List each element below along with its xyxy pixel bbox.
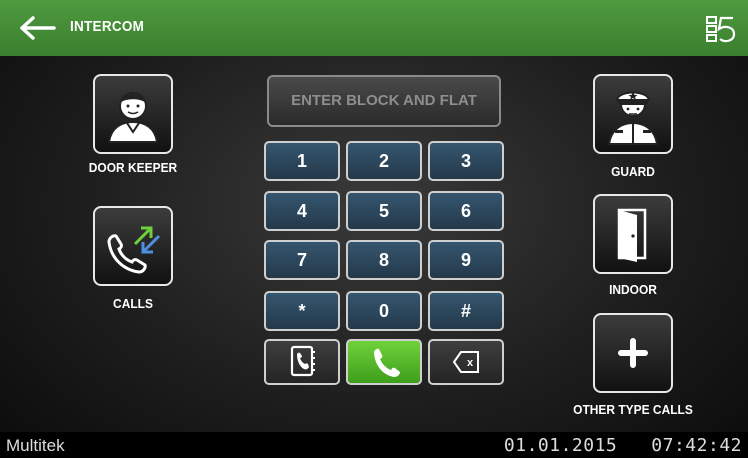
plus-icon xyxy=(618,338,648,368)
phone-calls-arrows-icon xyxy=(107,226,161,274)
other-type-calls-label: OTHER TYPE CALLS xyxy=(573,402,693,417)
door-keeper-button[interactable] xyxy=(93,74,173,154)
call-button[interactable] xyxy=(346,339,422,385)
date-text: 01.01.2015 xyxy=(503,435,618,456)
brand-name: Multitek xyxy=(6,436,65,455)
key-9[interactable]: 9 xyxy=(428,240,504,280)
time-text: 07:42:42 xyxy=(651,435,742,456)
key-8[interactable]: 8 xyxy=(346,240,422,280)
phone-icon xyxy=(374,348,400,377)
door-keeper-label: DOOR KEEPER xyxy=(88,160,178,175)
door-keeper-person-icon xyxy=(107,92,159,143)
guard-button[interactable] xyxy=(593,74,673,154)
door-icon xyxy=(617,208,647,262)
key-2[interactable]: 2 xyxy=(346,141,422,181)
key-hash[interactable]: # xyxy=(428,291,504,331)
key-4[interactable]: 4 xyxy=(264,191,340,231)
status-bar: Multitek 01.01.2015 07:42:42 xyxy=(0,432,748,458)
page-title: INTERCOM xyxy=(70,18,145,35)
back-button[interactable] xyxy=(18,14,58,42)
header-bar: INTERCOM xyxy=(0,0,748,56)
calls-label: CALLS xyxy=(113,296,153,311)
key-7[interactable]: 7 xyxy=(264,240,340,280)
brand-logo-icon xyxy=(705,14,737,44)
backspace-button[interactable]: x xyxy=(428,339,504,385)
intercom-screen: INTERCOM DOOR KEEPER CALLS ENTER BLOCK A… xyxy=(0,0,748,458)
other-type-calls-button[interactable] xyxy=(593,313,673,393)
datetime: 01.01.2015 07:42:42 xyxy=(504,435,742,456)
arrow-left-icon xyxy=(20,16,56,40)
phonebook-icon xyxy=(290,345,315,377)
block-flat-display[interactable]: ENTER BLOCK AND FLAT xyxy=(267,75,501,127)
key-3[interactable]: 3 xyxy=(428,141,504,181)
backspace-icon: x xyxy=(452,351,479,373)
key-5[interactable]: 5 xyxy=(346,191,422,231)
guard-label: GUARD xyxy=(611,164,655,179)
backspace-mark: x xyxy=(467,357,474,369)
indoor-label: INDOOR xyxy=(609,282,657,297)
indoor-button[interactable] xyxy=(593,194,673,274)
phonebook-button[interactable] xyxy=(264,339,340,385)
key-6[interactable]: 6 xyxy=(428,191,504,231)
calls-button[interactable] xyxy=(93,206,173,286)
guard-person-icon xyxy=(607,91,659,145)
key-star[interactable]: * xyxy=(264,291,340,331)
key-0[interactable]: 0 xyxy=(346,291,422,331)
key-1[interactable]: 1 xyxy=(264,141,340,181)
